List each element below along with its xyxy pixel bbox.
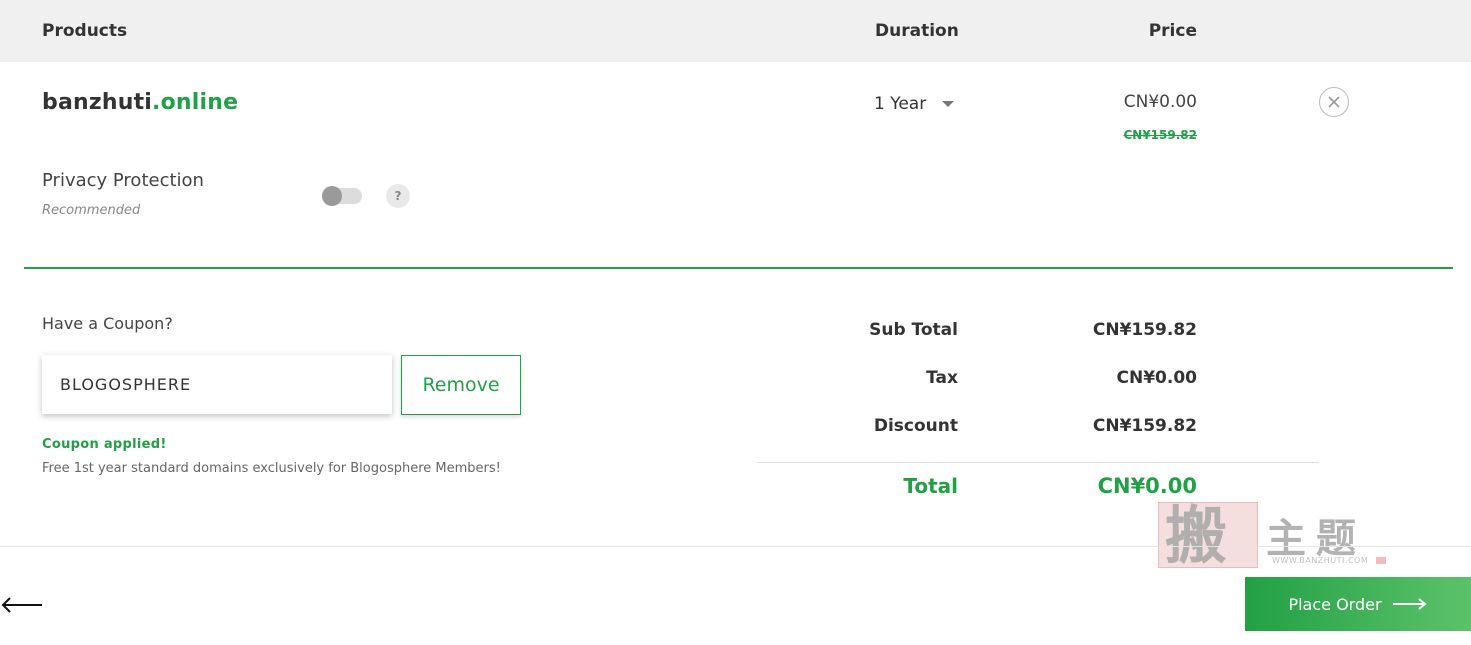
coupon-status: Coupon applied! — [42, 437, 167, 452]
price-original: CN¥159.82 — [1123, 128, 1197, 142]
help-icon[interactable]: ? — [386, 184, 410, 208]
total-label: Total — [903, 474, 958, 498]
coupon-description: Free 1st year standard domains exclusive… — [42, 461, 501, 476]
discount-value: CN¥159.82 — [1092, 416, 1197, 436]
domain-sld: banzhuti — [42, 90, 153, 115]
back-button[interactable] — [0, 592, 44, 618]
arrow-right-icon — [1392, 596, 1428, 612]
place-order-button[interactable]: Place Order — [1245, 577, 1471, 631]
header-duration: Duration — [875, 21, 959, 41]
watermark: 搬 主题 WWW.BANZHUTI.COM — [1158, 500, 1388, 570]
discount-label: Discount — [873, 416, 958, 436]
domain-tld: .online — [152, 90, 239, 115]
watermark-seal-char: 搬 — [1165, 502, 1228, 568]
section-divider — [24, 267, 1453, 269]
watermark-seal: 搬 — [1158, 502, 1258, 568]
subtotal-label: Sub Total — [869, 320, 958, 340]
footer-divider — [0, 546, 1471, 547]
tax-label: Tax — [926, 368, 958, 388]
privacy-protection-label: Privacy Protection — [42, 170, 204, 191]
total-value: CN¥0.00 — [1097, 474, 1197, 498]
privacy-recommended-label: Recommended — [42, 203, 141, 218]
caret-down-icon — [942, 101, 955, 107]
subtotal-value: CN¥159.82 — [1092, 320, 1197, 340]
arrow-left-icon — [1, 597, 42, 613]
domain-name: banzhuti.online — [42, 90, 238, 115]
coupon-label: Have a Coupon? — [42, 314, 173, 333]
place-order-label: Place Order — [1288, 594, 1382, 614]
tax-value: CN¥0.00 — [1116, 368, 1197, 388]
remove-item-button[interactable] — [1319, 87, 1349, 117]
price-current: CN¥0.00 — [1123, 92, 1197, 112]
close-icon — [1328, 96, 1340, 108]
table-header: Products Duration Price — [0, 0, 1471, 62]
header-products: Products — [42, 21, 128, 41]
duration-select[interactable]: 1 Year — [874, 92, 958, 116]
watermark-url: WWW.BANZHUTI.COM — [1272, 556, 1369, 565]
toggle-knob — [322, 186, 342, 206]
watermark-dot — [1376, 557, 1386, 564]
summary-divider — [757, 462, 1319, 463]
coupon-input[interactable] — [42, 355, 392, 414]
remove-coupon-button[interactable]: Remove — [401, 355, 521, 415]
privacy-toggle[interactable] — [322, 186, 362, 206]
duration-value: 1 Year — [874, 94, 927, 114]
header-price: Price — [1148, 21, 1197, 41]
